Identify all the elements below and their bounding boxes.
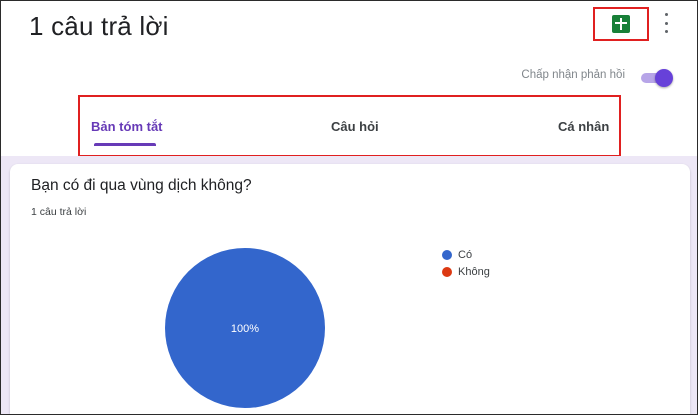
tab-questions[interactable]: Câu hỏi: [331, 119, 379, 134]
responses-page: 1 câu trả lời Chấp nhận phản hồi Bản tóm…: [0, 0, 698, 415]
more-options-icon[interactable]: [661, 13, 671, 33]
question-summary-card: Bạn có đi qua vùng dịch không? 1 câu trả…: [10, 164, 690, 414]
legend-label: Không: [458, 265, 490, 278]
legend-dot: [442, 266, 452, 277]
legend-item-co: Có: [442, 246, 490, 263]
response-count: 1 câu trả lời: [31, 206, 87, 218]
question-title: Bạn có đi qua vùng dịch không?: [31, 177, 252, 194]
legend-dot: [442, 249, 452, 260]
accept-responses-row: Chấp nhận phản hồi: [1, 65, 697, 89]
chart-legend: Có Không: [442, 246, 490, 280]
tab-individual[interactable]: Cá nhân: [558, 119, 609, 134]
active-tab-indicator: [94, 143, 156, 146]
dot: [664, 21, 668, 25]
dot: [664, 30, 668, 33]
google-sheets-icon: [612, 15, 630, 33]
link-to-sheets-button[interactable]: [593, 7, 649, 41]
pie-slice-label: 100%: [231, 323, 259, 335]
toggle-thumb: [655, 69, 673, 87]
responses-header-card: 1 câu trả lời Chấp nhận phản hồi Bản tóm…: [1, 1, 697, 161]
tabs-bar: Bản tóm tắt Câu hỏi Cá nhân: [78, 95, 621, 157]
dot: [664, 13, 668, 16]
page-title: 1 câu trả lời: [29, 11, 169, 41]
accept-responses-label: Chấp nhận phản hồi: [521, 69, 625, 81]
accept-responses-toggle[interactable]: [639, 69, 673, 87]
legend-item-khong: Không: [442, 263, 490, 280]
tab-summary[interactable]: Bản tóm tắt: [91, 119, 163, 134]
pie-chart: 100%: [165, 248, 325, 408]
legend-label: Có: [458, 248, 473, 261]
